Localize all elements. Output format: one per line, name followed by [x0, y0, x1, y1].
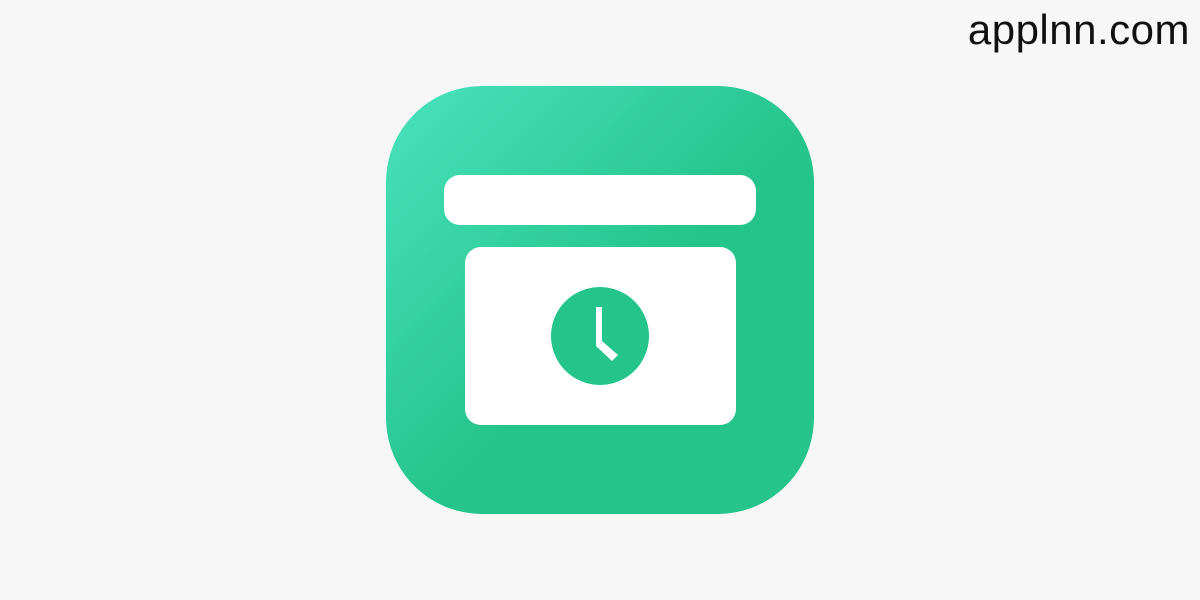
- app-icon: [386, 86, 814, 514]
- archive-box-clock-icon: [386, 86, 814, 514]
- watermark-text: applnn.com: [967, 6, 1190, 53]
- screenshot-canvas: applnn.com: [0, 0, 1200, 600]
- archive-lid: [444, 175, 756, 225]
